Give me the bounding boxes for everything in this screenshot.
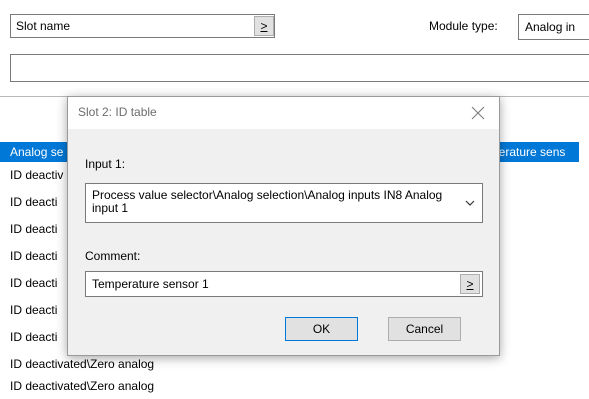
module-type-value: Analog in [525,20,576,34]
input-select-value: Process value selector\Analog selection\… [92,188,443,215]
comment-value: Temperature sensor 1 [92,277,209,291]
list-item-text: ID deacti [10,330,58,344]
slot-name-browse-button[interactable]: > [254,16,274,36]
close-button[interactable] [463,99,493,127]
module-type-select[interactable]: Analog in [518,14,589,40]
list-item-text: ID deacti [10,222,58,236]
ok-button[interactable]: OK [285,317,358,341]
list-item-text-right: perature sens [492,145,566,159]
input-label: Input 1: [85,157,126,171]
dialog-title: Slot 2: ID table [78,105,157,119]
list-item-text: ID deactivated\Zero analog [10,379,155,393]
slot-name-field[interactable]: Slot name > [10,14,275,38]
application-window: Slot name > Module type: Analog in Analo… [0,0,589,399]
chevron-down-icon [465,200,475,206]
comment-label: Comment: [85,249,141,263]
list-item-text: Analog se [10,145,64,159]
comment-field[interactable]: Temperature sensor 1 > [85,271,483,297]
list-item[interactable]: ID deactivated\Zero analog [10,354,589,374]
slot-name-value: Slot name [16,19,71,33]
module-type-label: Module type: [429,19,498,33]
cancel-button[interactable]: Cancel [388,317,461,341]
list-item-text: ID deacti [10,276,58,290]
id-table-dialog: Slot 2: ID table Input 1: Process value … [67,96,500,356]
list-item-text: ID deacti [10,303,58,317]
list-item-text: ID deacti [10,249,58,263]
list-item-text: ID deactiv [10,168,64,182]
input-select[interactable]: Process value selector\Analog selection\… [85,183,483,223]
description-field[interactable] [10,54,589,82]
close-icon [471,106,485,120]
list-item[interactable]: ID deactivated\Zero analog [10,376,589,396]
list-item-text: ID deactivated\Zero analog [10,357,155,371]
comment-browse-button[interactable]: > [460,274,480,294]
dialog-titlebar[interactable]: Slot 2: ID table [68,97,499,129]
list-item-text: ID deacti [10,195,58,209]
